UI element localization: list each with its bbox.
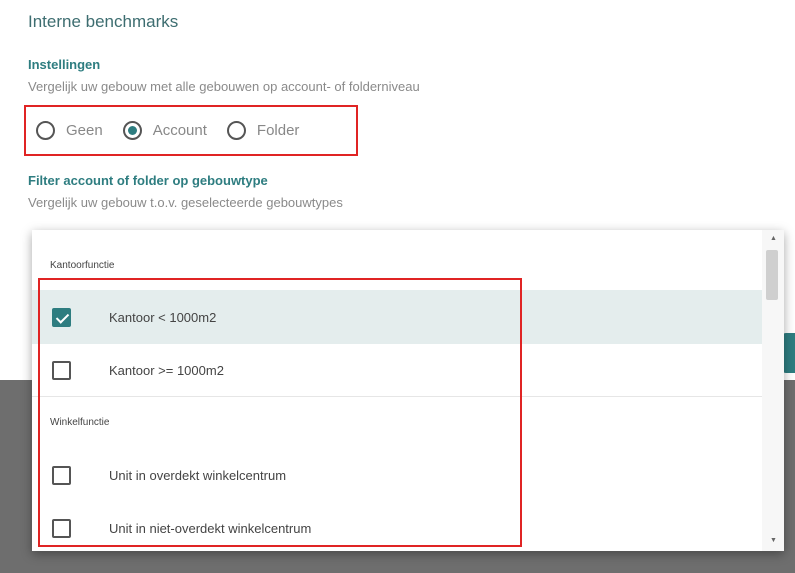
option-label: Kantoor >= 1000m2	[109, 362, 224, 378]
radio-circle-geen[interactable]	[36, 121, 55, 140]
radio-folder[interactable]: Folder	[226, 121, 300, 140]
checkbox-icon[interactable]	[52, 518, 71, 538]
option-label: Unit in niet-overdekt winkelcentrum	[109, 520, 312, 536]
page-title: Interne benchmarks	[28, 12, 179, 31]
scroll-down-icon[interactable]: ▼	[770, 537, 777, 544]
group-header-winkelfunctie: Winkelfunctie	[50, 417, 110, 428]
option-label: Unit in overdekt winkelcentrum	[109, 467, 287, 483]
option-kantoor-large[interactable]: Kantoor >= 1000m2	[32, 343, 762, 397]
radio-label-account: Account	[152, 122, 207, 139]
radio-geen[interactable]: Geen	[36, 121, 103, 140]
option-label: Kantoor < 1000m2	[109, 309, 217, 325]
scope-radio-group: Geen Account Folder	[24, 105, 358, 156]
group-header-kantoorfunctie: Kantoorfunctie	[50, 260, 115, 271]
group-divider	[32, 396, 762, 397]
radio-circle-account[interactable]	[122, 121, 142, 140]
option-overdekt[interactable]: Unit in overdekt winkelcentrum	[32, 448, 762, 502]
option-kantoor-small[interactable]: Kantoor < 1000m2	[32, 290, 762, 344]
dropdown-scrollbar[interactable]: ▲ ▼	[762, 230, 784, 551]
filter-title: Filter account of folder op gebouwtype	[28, 173, 268, 188]
radio-circle-folder[interactable]	[226, 121, 246, 140]
radio-label-folder: Folder	[256, 122, 300, 139]
scroll-up-icon[interactable]: ▲	[770, 235, 777, 242]
building-type-dropdown: Kantoorfunctie Kantoor < 1000m2 Kantoor …	[32, 230, 784, 551]
checkbox-icon[interactable]	[52, 465, 71, 485]
radio-label-geen: Geen	[66, 122, 103, 139]
settings-description: Vergelijk uw gebouw met alle gebouwen op…	[28, 79, 420, 94]
scroll-thumb[interactable]	[766, 250, 778, 300]
settings-title: Instellingen	[28, 57, 101, 72]
checkbox-icon[interactable]	[52, 360, 71, 380]
checkbox-checked-icon[interactable]	[52, 307, 71, 327]
radio-account[interactable]: Account	[122, 121, 207, 140]
option-niet-overdekt[interactable]: Unit in niet-overdekt winkelcentrum	[32, 501, 762, 551]
filter-description: Vergelijk uw gebouw t.o.v. geselecteerde…	[28, 195, 343, 210]
